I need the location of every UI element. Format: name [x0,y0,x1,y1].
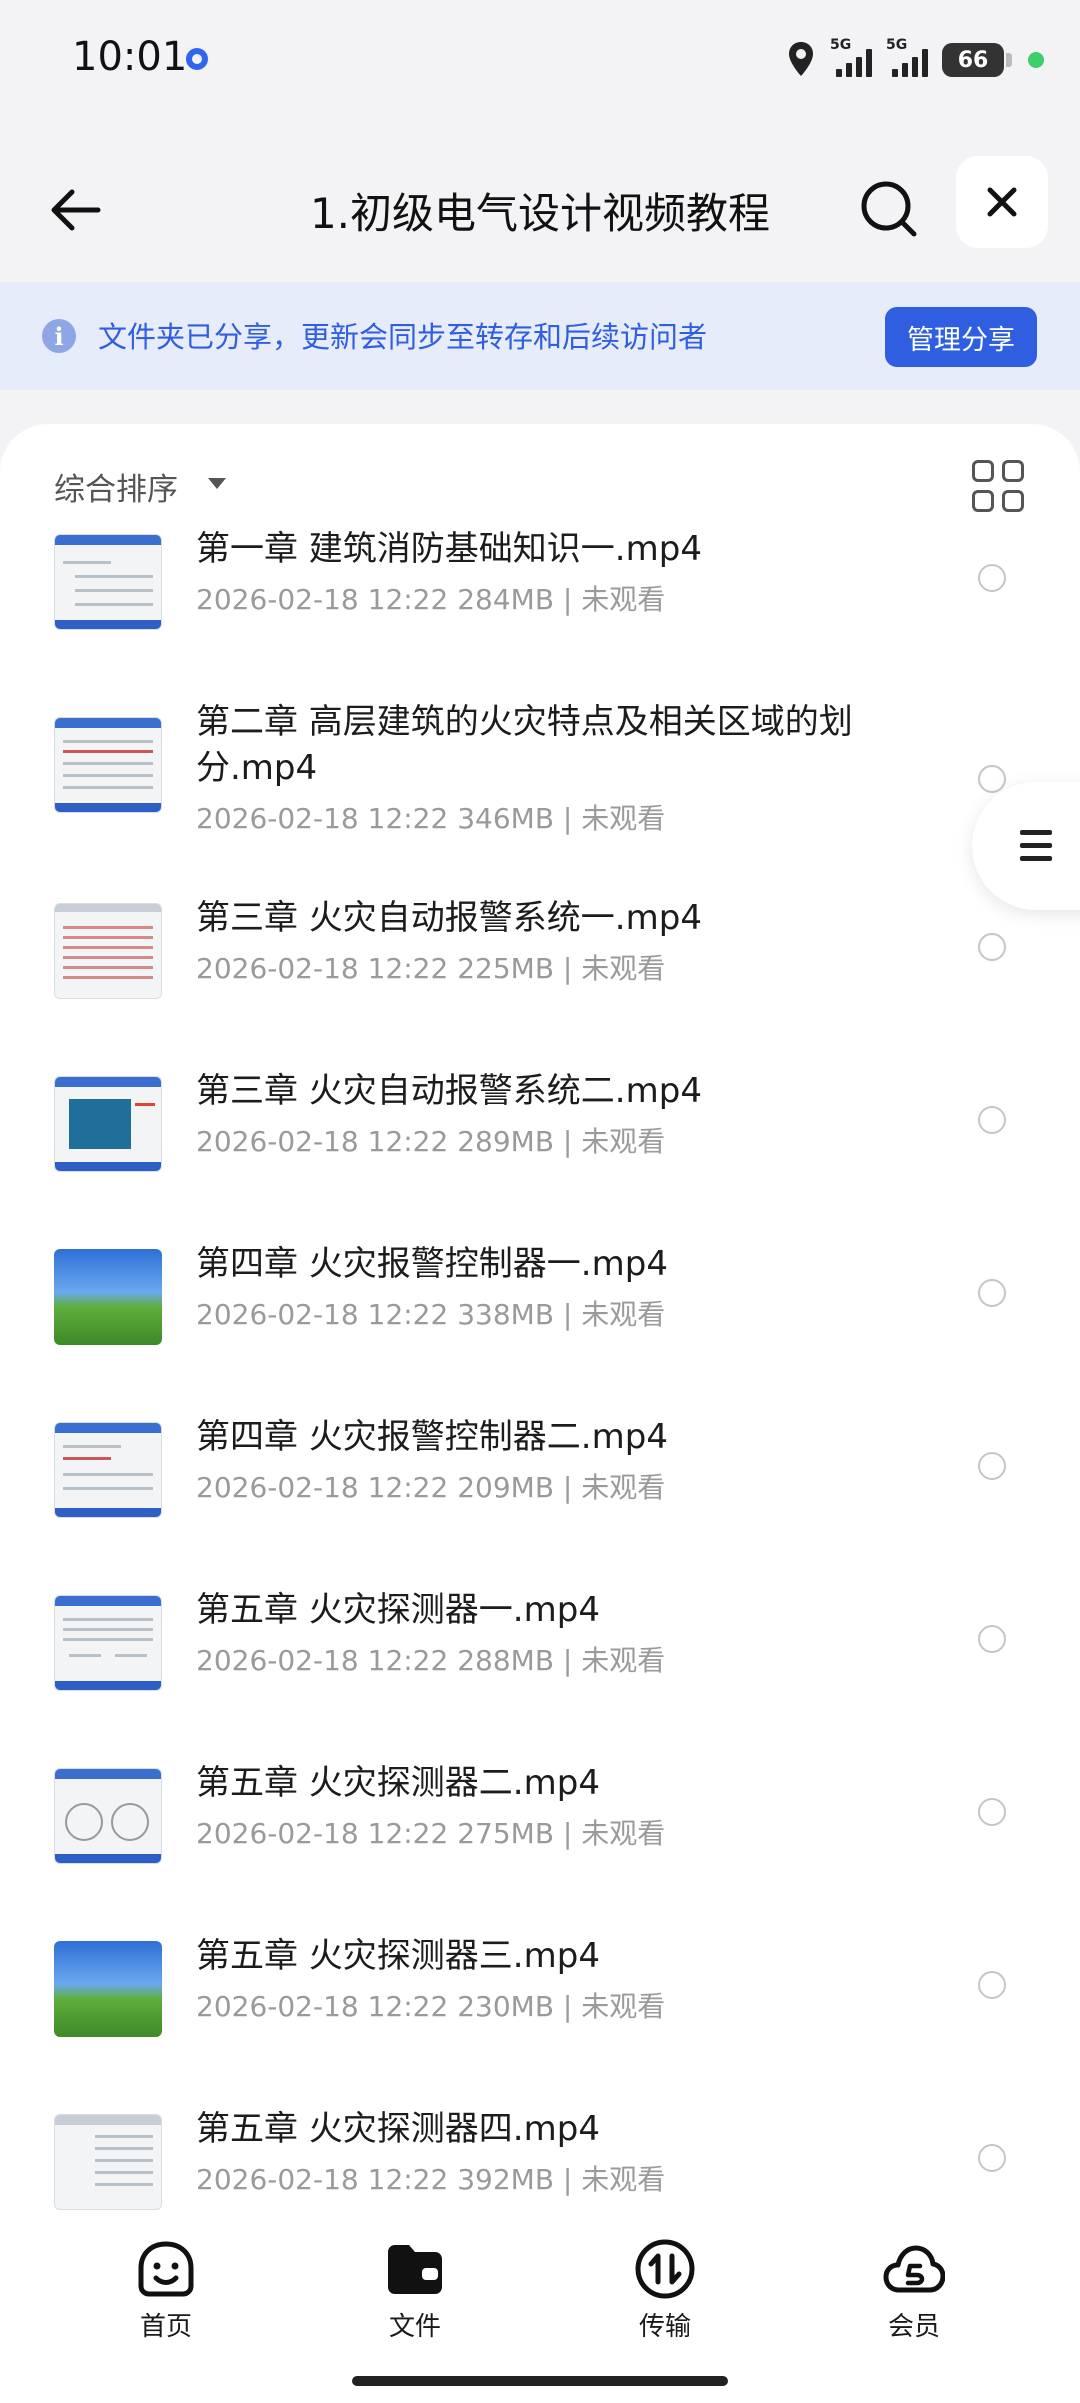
grid-view-icon [972,460,994,482]
video-thumbnail [54,2114,162,2210]
nav-home[interactable]: 首页 [96,2238,236,2343]
home-indicator[interactable] [352,2376,728,2386]
sort-bar: 综合排序 [0,424,1080,534]
status-time: 10:01 [72,34,188,80]
file-meta: 2026-02-18 12:22 284MB | 未观看 [196,583,666,616]
app-notification-icon [186,48,208,70]
signal-1-label: 5G [830,37,852,53]
nav-transfer[interactable]: 传输 [595,2238,735,2343]
list-item[interactable]: 第二章 高层建筑的火灾特点及相关区域的划分.mp4 2026-02-18 12:… [0,702,1080,903]
file-meta: 2026-02-18 12:22 209MB | 未观看 [196,1471,666,1504]
menu-icon [1020,830,1052,835]
file-meta: 2026-02-18 12:22 275MB | 未观看 [196,1817,666,1850]
file-meta: 2026-02-18 12:22 338MB | 未观看 [196,1298,666,1331]
grid-view-button[interactable] [972,460,1024,512]
search-icon [861,181,917,237]
select-radio[interactable] [978,1625,1006,1653]
file-name: 第四章 火灾报警控制器一.mp4 [196,1244,668,1284]
sort-dropdown[interactable]: 综合排序 [54,464,178,509]
file-name: 第三章 火灾自动报警系统一.mp4 [196,898,702,938]
signal-2-label: 5G [886,37,908,53]
caret-down-icon[interactable] [208,478,226,489]
file-name: 第一章 建筑消防基础知识一.mp4 [196,529,702,569]
battery-level: 66 [957,47,989,73]
info-icon: i [42,319,76,353]
nav-files-label: 文件 [388,2312,441,2342]
select-radio[interactable] [978,765,1006,793]
battery-icon: 66 [942,43,1012,77]
close-button[interactable] [956,156,1048,248]
nav-member[interactable]: 会员 [844,2238,984,2343]
nav-home-label: 首页 [139,2312,192,2342]
share-banner-text: 文件夹已分享，更新会同步至转存和后续访问者 [98,320,708,354]
transfer-icon [635,2239,695,2299]
file-name: 第二章 高层建筑的火灾特点及相关区域的划分.mp4 [196,702,853,788]
select-radio[interactable] [978,1106,1006,1134]
file-list: 第一章 建筑消防基础知识一.mp4 2026-02-18 12:22 284MB… [0,529,1080,2234]
list-item[interactable]: 第五章 火灾探测器二.mp4 2026-02-18 12:22 275MB | … [0,1763,1080,1941]
file-name: 第五章 火灾探测器一.mp4 [196,1590,600,1630]
video-thumbnail [54,1941,162,2037]
select-radio[interactable] [978,2144,1006,2172]
file-name: 第五章 火灾探测器四.mp4 [196,2109,600,2149]
file-name: 第五章 火灾探测器三.mp4 [196,1936,600,1976]
share-banner: i 文件夹已分享，更新会同步至转存和后续访问者 管理分享 [0,282,1080,390]
close-icon [987,187,1017,217]
video-thumbnail [54,1076,162,1172]
file-name: 第四章 火灾报警控制器二.mp4 [196,1417,668,1457]
file-name: 第五章 火灾探测器二.mp4 [196,1763,600,1803]
video-thumbnail [54,717,162,813]
video-thumbnail [54,1422,162,1518]
list-item[interactable]: 第五章 火灾探测器三.mp4 2026-02-18 12:22 230MB | … [0,1936,1080,2114]
file-meta: 2026-02-18 12:22 346MB | 未观看 [196,802,666,835]
video-thumbnail [54,1249,162,1345]
home-face-icon [138,2241,194,2297]
file-meta: 2026-02-18 12:22 225MB | 未观看 [196,952,666,985]
charging-dot-icon [1028,52,1044,68]
video-thumbnail [54,903,162,999]
list-item[interactable]: 第四章 火灾报警控制器一.mp4 2026-02-18 12:22 338MB … [0,1244,1080,1422]
nav-transfer-label: 传输 [638,2312,691,2342]
nav-member-label: 会员 [887,2312,940,2342]
select-radio[interactable] [978,564,1006,592]
location-icon [789,42,813,76]
select-radio[interactable] [978,1279,1006,1307]
file-meta: 2026-02-18 12:22 289MB | 未观看 [196,1125,666,1158]
video-thumbnail [54,1595,162,1691]
file-panel: 综合排序 第一章 建筑消防基础知识一.mp4 2026-02-18 12:22 … [0,424,1080,2234]
list-item[interactable]: 第五章 火灾探测器一.mp4 2026-02-18 12:22 288MB | … [0,1590,1080,1768]
nav-files[interactable]: 文件 [345,2238,485,2343]
file-meta: 2026-02-18 12:22 392MB | 未观看 [196,2163,666,2196]
select-radio[interactable] [978,1452,1006,1480]
file-meta: 2026-02-18 12:22 230MB | 未观看 [196,1990,666,2023]
status-bar: 10:01 5G 5G 66 [0,0,1080,120]
file-name: 第三章 火灾自动报警系统二.mp4 [196,1071,702,1111]
member-cloud-icon [883,2245,946,2293]
file-meta: 2026-02-18 12:22 288MB | 未观看 [196,1644,666,1677]
list-item[interactable]: 第五章 火灾探测器四.mp4 2026-02-18 12:22 392MB | … [0,2109,1080,2234]
folder-icon [388,2245,442,2294]
search-button[interactable] [852,172,928,248]
select-radio[interactable] [978,1971,1006,1999]
list-item[interactable]: 第一章 建筑消防基础知识一.mp4 2026-02-18 12:22 284MB… [0,529,1080,707]
signal-2-icon: 5G [886,37,928,77]
list-item[interactable]: 第四章 火灾报警控制器二.mp4 2026-02-18 12:22 209MB … [0,1417,1080,1595]
header: 1.初级电气设计视频教程 [0,150,1080,270]
select-radio[interactable] [978,1798,1006,1826]
status-indicators: 5G 5G 66 [786,36,1044,84]
manage-share-button[interactable]: 管理分享 [885,307,1037,367]
list-item[interactable]: 第三章 火灾自动报警系统二.mp4 2026-02-18 12:22 289MB… [0,1071,1080,1249]
video-thumbnail [54,534,162,630]
video-thumbnail [54,1768,162,1864]
signal-1-icon: 5G [830,37,872,77]
select-radio[interactable] [978,933,1006,961]
list-item[interactable]: 第三章 火灾自动报警系统一.mp4 2026-02-18 12:22 225MB… [0,898,1080,1076]
